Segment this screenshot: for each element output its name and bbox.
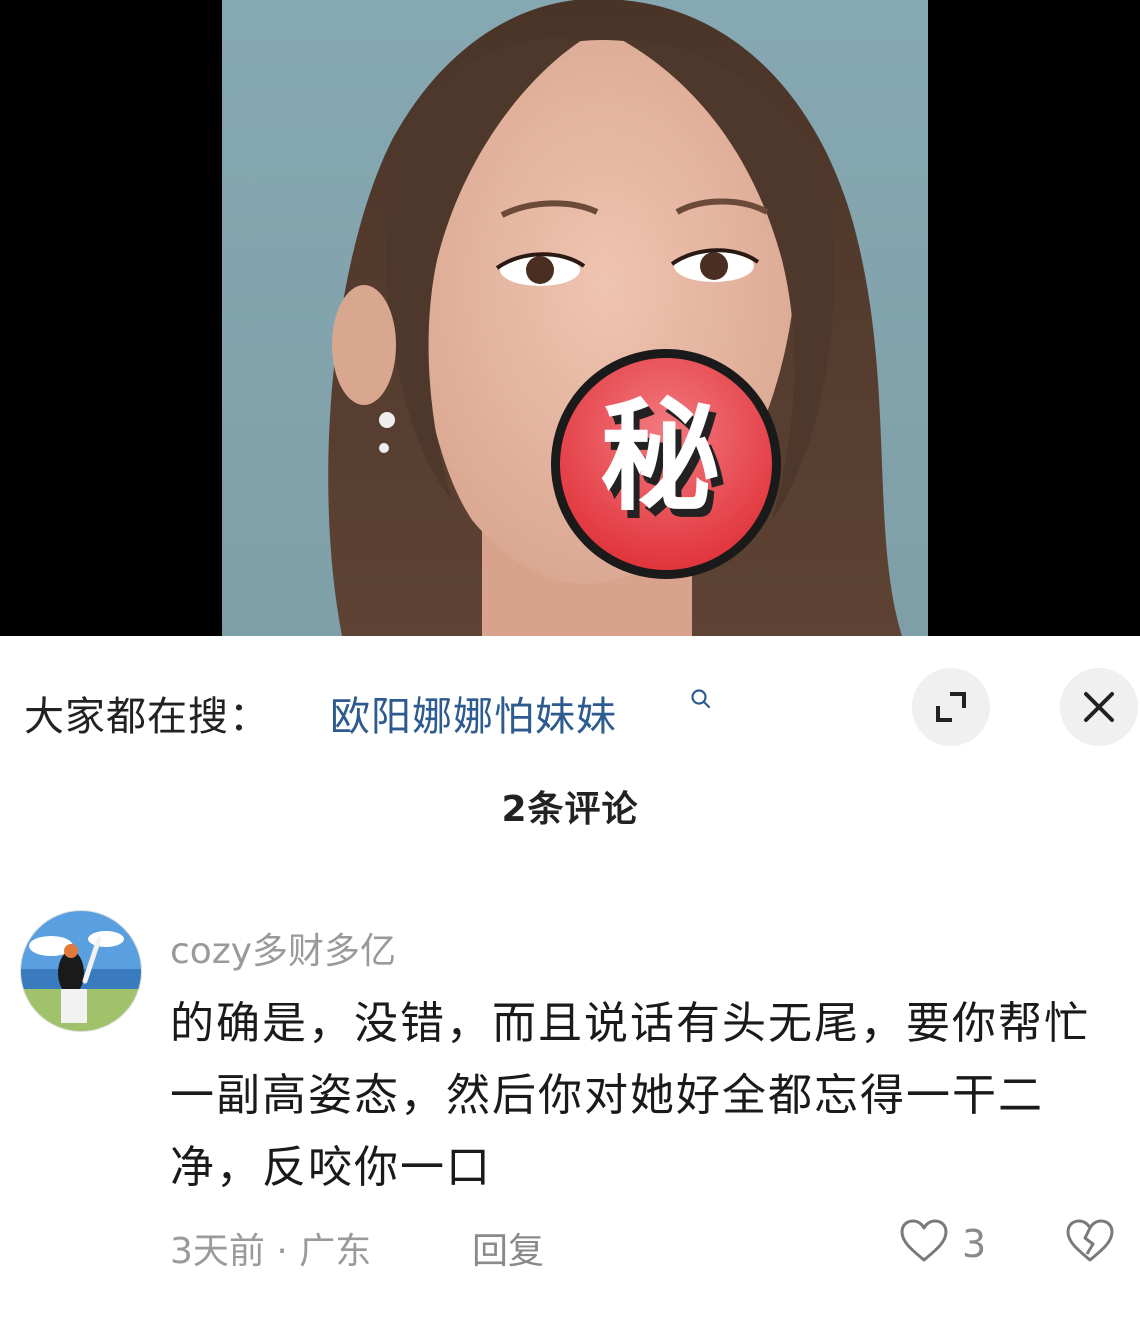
secret-badge-icon: 秘 秘 [551, 349, 781, 579]
broken-heart-icon[interactable] [1064, 1216, 1116, 1268]
badge-text: 秘 [600, 388, 720, 527]
expand-icon [936, 692, 966, 722]
video-player[interactable]: 秘 秘 [0, 0, 1140, 636]
reply-button[interactable]: 回复 [472, 1222, 544, 1274]
avatar[interactable] [20, 910, 142, 1032]
like-count: 3 [962, 1222, 987, 1266]
close-button[interactable] [1060, 668, 1138, 746]
expand-button[interactable] [912, 668, 990, 746]
search-suggestion-bar: 大家都在搜： 欧阳娜娜怕妹妹 [0, 636, 1140, 786]
comment-count-title: 2条评论 [501, 789, 639, 830]
search-icon[interactable] [690, 688, 712, 710]
comment-screen: 秘 秘 大家都在搜： 欧阳娜娜怕妹妹 2条评论 cozy多财多亿 的确是，没错，… [0, 0, 1140, 1318]
search-prefix: 大家都在搜： [24, 694, 270, 740]
username[interactable]: cozy多财多亿 [170, 922, 396, 974]
comment-text: 的确是，没错，而且说话有头无尾，要你帮忙一副高姿态，然后你对她好全都忘得一干二净… [170, 998, 1090, 1193]
user-avatar-icon [21, 911, 141, 1031]
heart-icon[interactable] [898, 1216, 950, 1268]
comment-time-location: 3天前 · 广东 [170, 1231, 372, 1272]
comment-item: cozy多财多亿 的确是，没错，而且说话有头无尾，要你帮忙一副高姿态，然后你对她… [0, 900, 1140, 1300]
close-icon [1084, 692, 1114, 722]
search-term-link[interactable]: 欧阳娜娜怕妹妹 [330, 684, 617, 742]
